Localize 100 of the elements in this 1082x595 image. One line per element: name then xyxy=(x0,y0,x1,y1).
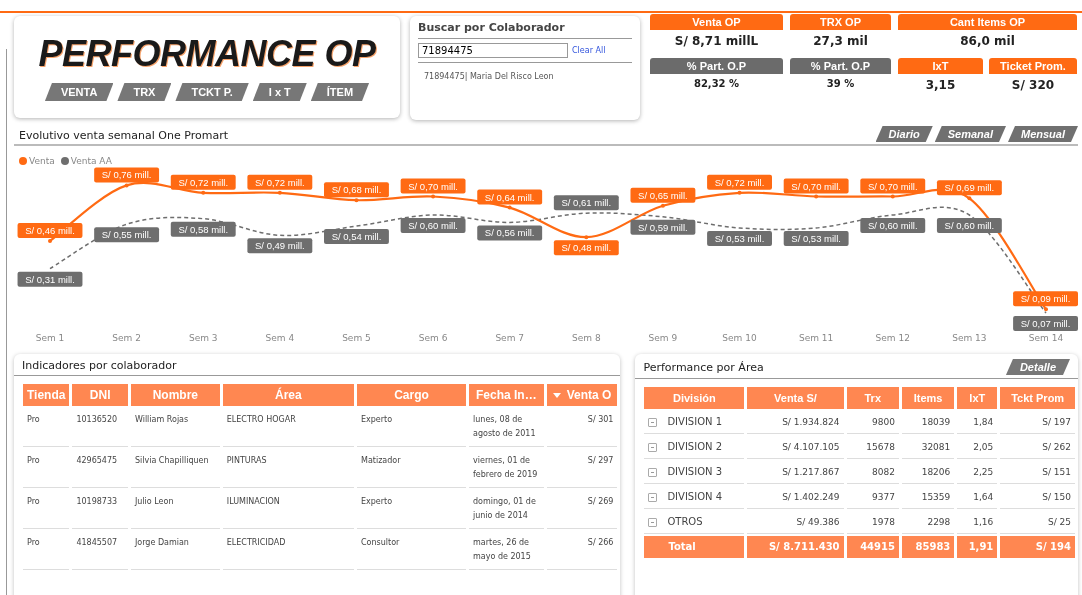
kpi-label: % Part. O.P xyxy=(790,58,891,74)
kpi-value: 39 % xyxy=(826,77,855,91)
axis-label: Sem 11 xyxy=(799,333,834,343)
table-cell: 9377 xyxy=(846,486,899,509)
axis-label: Sem 9 xyxy=(648,333,678,343)
axis-label: Sem 4 xyxy=(265,333,295,343)
table-cell: 2,25 xyxy=(957,461,998,484)
table-cell: ELECTRICIDAD xyxy=(222,531,354,570)
kpi-label: IxT xyxy=(898,58,983,74)
kpi-label: TRX OP xyxy=(790,14,891,30)
data-label: S/ 0,07 mill. xyxy=(1020,318,1071,330)
detail-button[interactable]: Detalle xyxy=(1005,359,1070,375)
table-cell: 8082 xyxy=(846,461,899,484)
division-name: DIVISION 3 xyxy=(667,465,723,479)
column-header[interactable]: Tienda xyxy=(23,384,70,406)
panel-title: Indicadores por colaborador xyxy=(22,359,177,372)
metric-tab[interactable]: I x T xyxy=(252,83,307,101)
data-label: S/ 0,68 mill. xyxy=(331,184,382,196)
table-cell: 18039 xyxy=(901,411,955,434)
table-cell: S/ 269 xyxy=(546,490,618,529)
total-cell: Total xyxy=(644,536,745,558)
table-cell: S/ 266 xyxy=(546,531,618,570)
table-cell: PINTURAS xyxy=(222,449,354,488)
kpi-label: Venta OP xyxy=(650,14,783,30)
data-label: S/ 0,76 mill. xyxy=(101,169,152,181)
data-label: S/ 0,58 mill. xyxy=(170,221,236,237)
expand-icon[interactable] xyxy=(648,417,658,427)
division-name: DIVISION 4 xyxy=(667,490,723,504)
expand-icon[interactable] xyxy=(648,517,658,527)
table-cell: domingo, 01 de junio de 2014 xyxy=(469,490,544,529)
table-cell: 18206 xyxy=(901,461,955,484)
column-header: Venta S/ xyxy=(747,387,844,409)
data-label: S/ 0,60 mill. xyxy=(936,218,1002,233)
kpi-label: Ticket Prom. xyxy=(989,58,1077,74)
clear-all-link[interactable]: Clear All xyxy=(572,46,606,55)
total-cell: 85983 xyxy=(901,536,955,558)
data-label: S/ 0,53 mill. xyxy=(714,232,765,244)
kpi-value: 86,0 mil xyxy=(960,33,1015,50)
column-header[interactable]: Área xyxy=(222,384,354,406)
data-label: S/ 0,55 mill. xyxy=(101,229,152,241)
column-header[interactable]: Nombre xyxy=(130,384,220,406)
metric-tab[interactable]: TRX xyxy=(117,83,172,101)
period-button[interactable]: Diario xyxy=(875,126,933,142)
column-header[interactable]: Venta O xyxy=(546,384,618,406)
table-cell: 1,16 xyxy=(957,511,998,534)
search-result[interactable]: 71894475| Maria Del Risco Leon xyxy=(424,72,632,81)
data-label: S/ 0,60 mill. xyxy=(408,220,458,231)
data-label: S/ 0,70 mill. xyxy=(783,178,849,194)
axis-label: Sem 6 xyxy=(418,333,448,343)
total-cell: 44915 xyxy=(846,536,899,558)
table-cell: 15359 xyxy=(901,486,955,509)
expand-icon[interactable] xyxy=(648,442,658,452)
data-label: S/ 0,69 mill. xyxy=(944,182,995,194)
table-cell: S/ 1.217.867 xyxy=(747,461,844,484)
search-label: Buscar por Colaborador xyxy=(418,21,632,39)
table-cell: S/ 197 xyxy=(1000,411,1075,434)
period-button[interactable]: Semanal xyxy=(934,126,1006,142)
data-label: S/ 0,68 mill. xyxy=(324,182,389,198)
data-label: S/ 0,69 mill. xyxy=(936,180,1002,196)
data-label: S/ 0,07 mill. xyxy=(1013,316,1078,332)
column-header[interactable]: Fecha In… xyxy=(469,384,544,406)
panel-title: Performance por Área xyxy=(643,360,764,374)
total-cell: S/ 194 xyxy=(1000,536,1075,558)
legend-label: Venta AA xyxy=(70,156,112,166)
metric-tab[interactable]: ÍTEM xyxy=(310,83,370,101)
metric-tab[interactable]: VENTA xyxy=(44,83,114,101)
data-label: S/ 0,55 mill. xyxy=(94,227,160,243)
data-label: S/ 0,31 mill. xyxy=(17,271,83,287)
metric-tab[interactable]: TCKT P. xyxy=(175,83,249,101)
data-label: S/ 0,72 mill. xyxy=(714,176,765,188)
table-cell: Matizador xyxy=(357,449,466,488)
data-label: S/ 0,09 mill. xyxy=(1020,293,1071,305)
axis-label: Sem 7 xyxy=(495,333,524,343)
table-cell: Pro xyxy=(23,449,70,488)
table-cell: Consultor xyxy=(357,531,466,570)
data-label: S/ 0,46 mill. xyxy=(25,224,75,236)
data-label: S/ 0,70 mill. xyxy=(408,180,458,192)
data-label: S/ 0,64 mill. xyxy=(484,191,535,203)
table-cell: 2,05 xyxy=(957,436,998,459)
axis-label: Sem 8 xyxy=(572,333,601,343)
kpi-label: Cant Items OP xyxy=(898,14,1077,30)
search-field[interactable]: 71894475 xyxy=(418,43,568,58)
data-label: S/ 0,49 mill. xyxy=(255,240,305,252)
table-cell: S/ 4.107.105 xyxy=(747,436,844,459)
dashboard-title: PERFORMANCE OP xyxy=(38,33,376,75)
period-button[interactable]: Mensual xyxy=(1008,126,1078,142)
data-label: S/ 0,64 mill. xyxy=(477,189,543,205)
expand-icon[interactable] xyxy=(648,492,658,502)
data-label: S/ 0,56 mill. xyxy=(477,225,543,241)
data-label: S/ 0,54 mill. xyxy=(324,229,389,245)
table-cell: lunes, 08 de agosto de 2011 xyxy=(469,408,544,447)
column-header[interactable]: DNI xyxy=(72,384,128,406)
data-label: S/ 0,53 mill. xyxy=(783,230,849,246)
data-label: S/ 0,72 mill. xyxy=(170,174,236,190)
data-label: S/ 0,65 mill. xyxy=(638,189,688,201)
axis-label: Sem 10 xyxy=(722,333,757,343)
data-label: S/ 0,49 mill. xyxy=(247,238,313,254)
column-header[interactable]: Cargo xyxy=(357,384,466,406)
expand-icon[interactable] xyxy=(648,467,658,477)
division-name: DIVISION 1 xyxy=(667,415,723,429)
